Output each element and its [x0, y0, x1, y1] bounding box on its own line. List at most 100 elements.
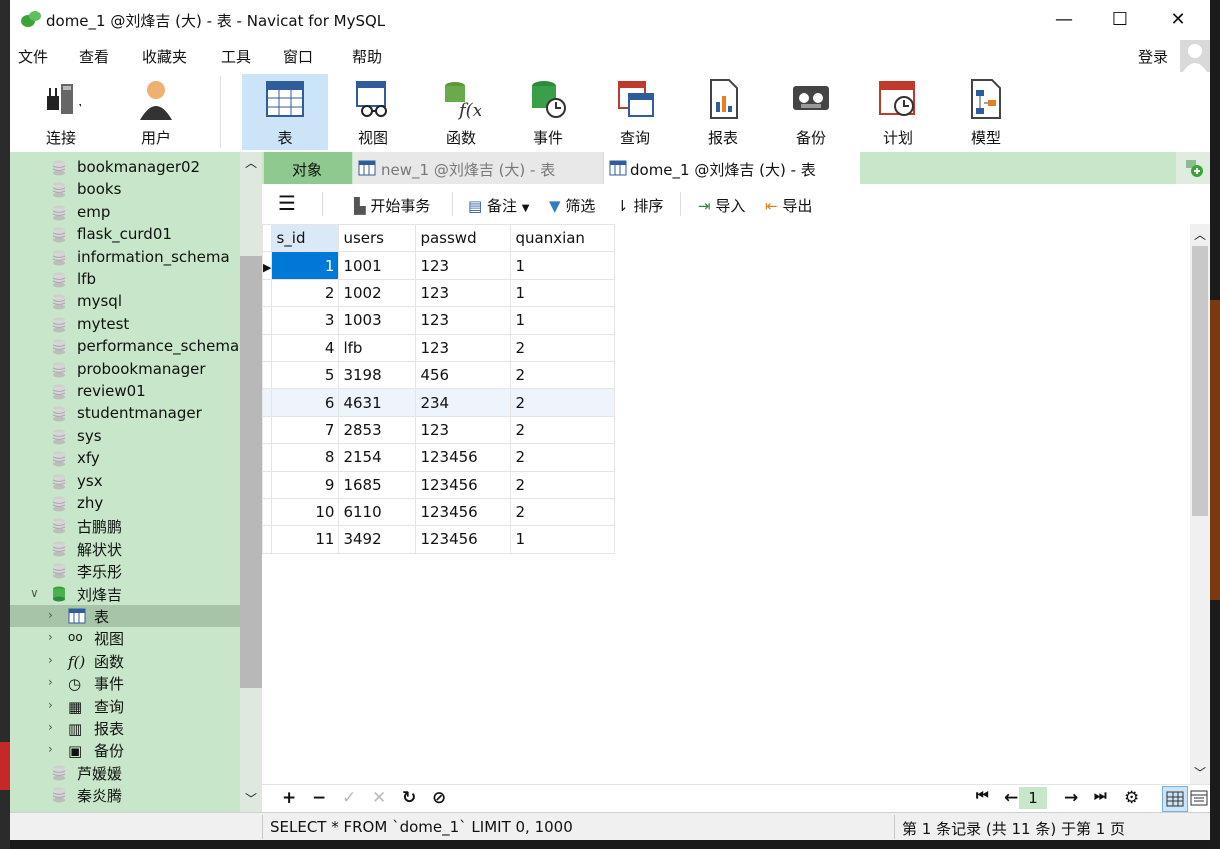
table-row[interactable]: 10 6110 123456 2: [261, 497, 616, 527]
chevron-right-icon[interactable]: ›: [48, 742, 53, 756]
chevron-right-icon[interactable]: ›: [48, 630, 53, 644]
tab-dome1[interactable]: dome_1 @刘烽吉 (大) - 表: [604, 152, 860, 184]
cell-users[interactable]: 1002: [338, 278, 417, 308]
cell-quanxian[interactable]: 1: [510, 525, 616, 554]
tree-child-table[interactable]: › 表: [10, 605, 240, 627]
cell-s_id[interactable]: 8: [271, 443, 340, 472]
tree-database-item[interactable]: flask_curd01: [10, 224, 240, 246]
memo-button[interactable]: ▤ 备注 ▼: [468, 195, 529, 216]
row-indicator[interactable]: [261, 306, 273, 335]
cell-passwd[interactable]: 123: [415, 278, 512, 308]
row-indicator[interactable]: [261, 470, 273, 499]
cell-quanxian[interactable]: 2: [510, 360, 616, 390]
tree-database-item[interactable]: mysql: [10, 291, 240, 313]
cell-s_id[interactable]: 7: [271, 415, 340, 445]
import-button[interactable]: ⇥ 导入: [698, 195, 745, 216]
cell-s_id[interactable]: 6: [271, 388, 340, 417]
toolbar-report-button[interactable]: 报表: [680, 74, 766, 150]
tree-database-item[interactable]: ysx: [10, 471, 240, 493]
chevron-right-icon[interactable]: ›: [48, 720, 53, 734]
sidebar-scroll-down-icon[interactable]: ﹀: [245, 790, 257, 807]
cell-passwd[interactable]: 123456: [415, 497, 512, 527]
next-page-icon[interactable]: →: [1064, 788, 1078, 808]
table-row[interactable]: 5 3198 456 2: [261, 360, 616, 390]
tree-database-item[interactable]: books: [10, 179, 240, 201]
delete-record-icon[interactable]: −: [312, 788, 326, 808]
avatar[interactable]: [1180, 40, 1210, 72]
cell-s_id[interactable]: 5: [271, 360, 340, 390]
tree-database-item[interactable]: 芦媛媛: [10, 762, 240, 784]
sidebar-scroll-thumb[interactable]: [240, 256, 262, 688]
cell-passwd[interactable]: 123: [415, 415, 512, 445]
cell-s_id[interactable]: 10: [271, 497, 340, 527]
page-number[interactable]: 1: [1019, 787, 1047, 809]
column-header-passwd[interactable]: passwd: [415, 223, 512, 253]
row-indicator[interactable]: [261, 360, 273, 390]
cell-passwd[interactable]: 123: [415, 333, 512, 362]
cell-users[interactable]: 6110: [338, 497, 417, 527]
toolbar-table-button[interactable]: 表: [242, 74, 328, 150]
begin-transaction-button[interactable]: ▙ 开始事务: [354, 195, 430, 216]
toolbar-schedule-button[interactable]: 计划: [855, 74, 941, 150]
menu-view[interactable]: 查看: [79, 46, 109, 67]
tree-child-report[interactable]: › ▥ 报表: [10, 717, 240, 739]
apply-changes-icon[interactable]: ✓: [342, 788, 356, 808]
toolbar-query-button[interactable]: 查询: [592, 74, 678, 150]
cell-s_id[interactable]: 11: [271, 525, 340, 554]
grid-vertical-scrollbar[interactable]: ︿ ﹀: [1190, 224, 1210, 784]
grid-scroll-thumb[interactable]: [1192, 246, 1208, 516]
cell-passwd[interactable]: 123456: [415, 470, 512, 499]
tree-database-item[interactable]: 解状状: [10, 538, 240, 560]
row-indicator[interactable]: [261, 278, 273, 308]
tree-database-item[interactable]: information_schema: [10, 247, 240, 269]
tree-database-item[interactable]: emp: [10, 202, 240, 224]
tab-panel-toggle[interactable]: [1176, 152, 1210, 184]
cell-passwd[interactable]: 123456: [415, 443, 512, 472]
tab-objects[interactable]: 对象: [264, 152, 352, 184]
last-page-icon[interactable]: ⏭: [1094, 788, 1107, 804]
tree-database-item[interactable]: 秦炎腾: [10, 784, 240, 806]
stop-icon[interactable]: ⊘: [432, 788, 446, 808]
cell-quanxian[interactable]: 1: [510, 278, 616, 308]
table-row[interactable]: 4 lfb 123 2: [261, 333, 616, 362]
menu-favorites[interactable]: 收藏夹: [142, 46, 187, 67]
tree-database-item[interactable]: 李乐彤: [10, 560, 240, 582]
menu-tools[interactable]: 工具: [221, 46, 251, 67]
tree-child-query[interactable]: › ▦ 查询: [10, 695, 240, 717]
chevron-right-icon[interactable]: ›: [48, 608, 53, 622]
cell-users[interactable]: 1001: [338, 251, 417, 280]
close-button[interactable]: ✕: [1160, 6, 1196, 34]
row-indicator[interactable]: [261, 443, 273, 472]
settings-gear-icon[interactable]: ⚙: [1124, 788, 1139, 808]
grid-scroll-down-icon[interactable]: ﹀: [1194, 764, 1206, 781]
cell-users[interactable]: 2154: [338, 443, 417, 472]
table-row[interactable]: 7 2853 123 2: [261, 415, 616, 445]
cell-quanxian[interactable]: 2: [510, 415, 616, 445]
toolbar-view-button[interactable]: 视图: [330, 74, 416, 150]
cell-users[interactable]: 2853: [338, 415, 417, 445]
cell-passwd[interactable]: 123456: [415, 525, 512, 554]
column-header-quanxian[interactable]: quanxian: [510, 223, 616, 253]
table-row[interactable]: 2 1002 123 1: [261, 278, 616, 308]
cell-s_id[interactable]: 3: [271, 306, 340, 335]
cell-users[interactable]: 3198: [338, 360, 417, 390]
toolbar-function-button[interactable]: f(x) 函数: [418, 74, 504, 150]
tree-database-item[interactable]: sys: [10, 426, 240, 448]
row-indicator[interactable]: [261, 497, 273, 527]
tree-database-item[interactable]: studentmanager: [10, 403, 240, 425]
cell-passwd[interactable]: 234: [415, 388, 512, 417]
tree-database-item[interactable]: lfb: [10, 269, 240, 291]
column-header-s_id[interactable]: s_id: [271, 223, 340, 253]
cell-quanxian[interactable]: 2: [510, 388, 616, 417]
chevron-right-icon[interactable]: ›: [48, 653, 53, 667]
table-row[interactable]: ▶ 1 1001 123 1: [261, 251, 616, 280]
toolbar-user-button[interactable]: 用户: [113, 74, 199, 150]
row-indicator[interactable]: ▶: [261, 251, 273, 280]
table-row[interactable]: 11 3492 123456 1: [261, 525, 616, 554]
row-indicator[interactable]: [261, 333, 273, 362]
tree-child-backup[interactable]: › ▣ 备份: [10, 739, 240, 761]
chevron-right-icon[interactable]: ›: [48, 698, 53, 712]
table-row[interactable]: 3 1003 123 1: [261, 306, 616, 335]
toolbar-backup-button[interactable]: 备份: [768, 74, 854, 150]
toolbar-model-button[interactable]: 模型: [943, 74, 1029, 150]
